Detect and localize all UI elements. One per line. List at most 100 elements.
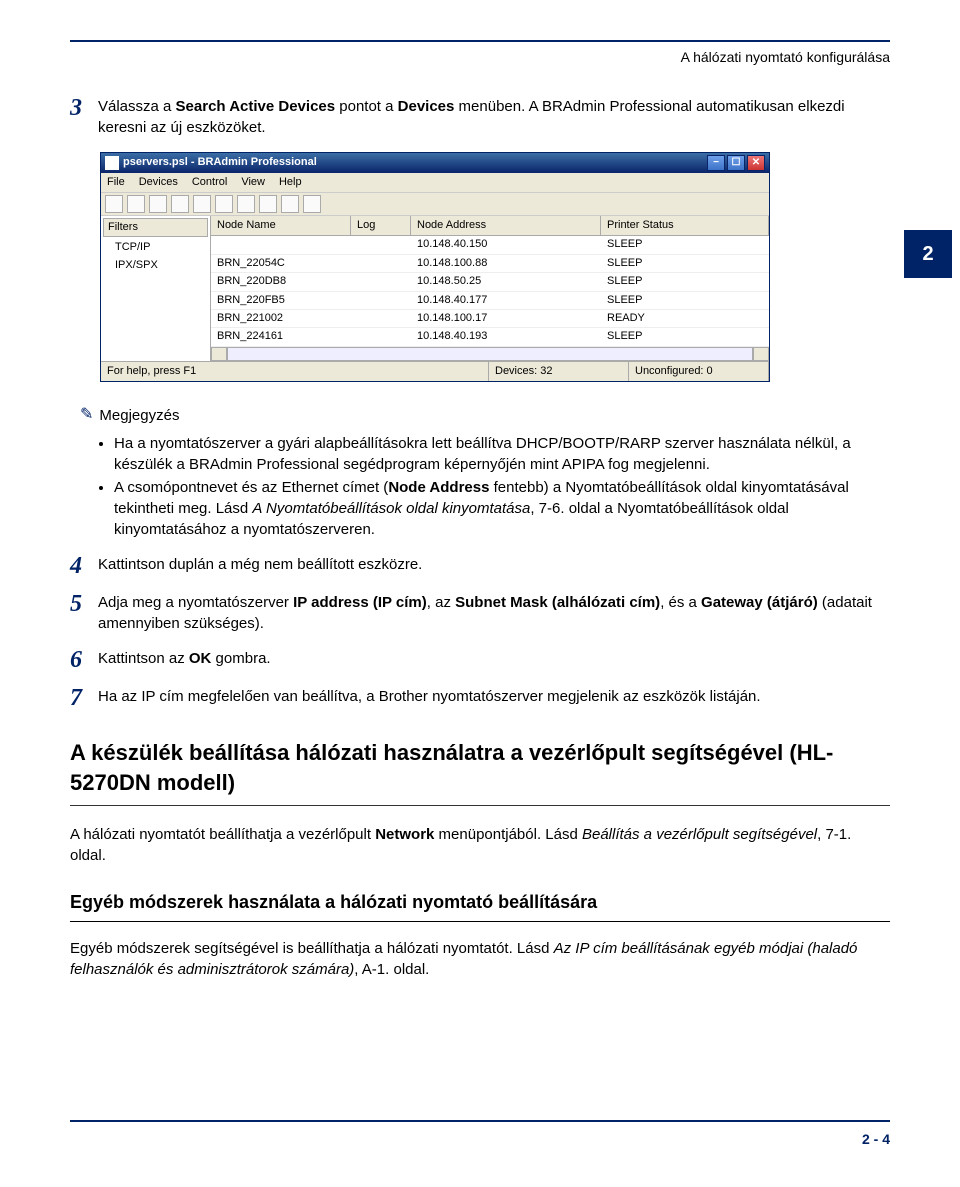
- status-bar: For help, press F1 Devices: 32 Unconfigu…: [101, 361, 769, 381]
- step-number: 5: [70, 592, 98, 616]
- menu-bar: File Devices Control View Help: [101, 173, 769, 192]
- step-4: 4 Kattintson duplán a még nem beállított…: [70, 554, 890, 578]
- cell-printer-status: SLEEP: [601, 273, 769, 290]
- cell-printer-status: SLEEP: [601, 255, 769, 272]
- table-row[interactable]: BRN_22054C 10.148.100.88SLEEP: [211, 255, 769, 273]
- column-header[interactable]: Node Name: [211, 216, 351, 235]
- cell-log: [351, 255, 411, 272]
- window-title: pservers.psl - BRAdmin Professional: [123, 155, 317, 170]
- table-row[interactable]: BRN_22416110.148.40.193SLEEP: [211, 328, 769, 346]
- cell-node-address: 10.148.100.17: [411, 310, 601, 327]
- filter-item[interactable]: IPX/SPX: [103, 257, 208, 274]
- pencil-icon: ✎: [80, 404, 93, 426]
- toolbar: [101, 192, 769, 216]
- toolbar-icon[interactable]: [127, 195, 145, 213]
- column-header[interactable]: Node Address: [411, 216, 601, 235]
- bradmin-screenshot: pservers.psl - BRAdmin Professional − ☐ …: [100, 152, 890, 383]
- grid-header-row: Node Name Log Node Address Printer Statu…: [211, 216, 769, 236]
- paragraph: A hálózati nyomtatót beállíthatja a vezé…: [70, 824, 890, 866]
- status-unconfigured: Unconfigured: 0: [629, 362, 769, 381]
- step-number: 7: [70, 686, 98, 710]
- page-footer: 2 - 4: [70, 1120, 890, 1150]
- note-item: A csomópontnevet és az Ethernet címet (N…: [114, 477, 890, 540]
- chapter-tab: 2: [904, 230, 952, 278]
- page-number: 2 - 4: [862, 1131, 890, 1147]
- app-icon: [105, 156, 119, 170]
- device-grid: Node Name Log Node Address Printer Statu…: [211, 216, 769, 361]
- top-rule: [70, 40, 890, 42]
- window-titlebar: pservers.psl - BRAdmin Professional − ☐ …: [101, 153, 769, 173]
- cell-log: [351, 273, 411, 290]
- table-row[interactable]: BRN_221002 10.148.100.17READY: [211, 310, 769, 328]
- toolbar-icon[interactable]: [193, 195, 211, 213]
- step-text: Kattintson duplán a még nem beállított e…: [98, 554, 890, 575]
- cell-log: [351, 236, 411, 253]
- toolbar-icon[interactable]: [237, 195, 255, 213]
- toolbar-icon[interactable]: [259, 195, 277, 213]
- column-header[interactable]: Printer Status: [601, 216, 769, 235]
- step-3: 3 Válassza a Search Active Devices ponto…: [70, 96, 890, 138]
- table-row[interactable]: 10.148.40.150SLEEP: [211, 236, 769, 254]
- note-block: ✎ Megjegyzés Ha a nyomtatószerver a gyár…: [80, 404, 890, 539]
- filters-header: Filters: [103, 218, 208, 237]
- cell-node-name: BRN_221002: [211, 310, 351, 327]
- minimize-button[interactable]: −: [707, 155, 725, 171]
- cell-node-address: 10.148.100.88: [411, 255, 601, 272]
- toolbar-icon[interactable]: [171, 195, 189, 213]
- header-title: A hálózati nyomtató konfigurálása: [70, 48, 890, 68]
- cell-log: [351, 292, 411, 309]
- menu-item[interactable]: Devices: [139, 175, 178, 190]
- cell-log: [351, 310, 411, 327]
- subsection-heading: Egyéb módszerek használata a hálózati ny…: [70, 890, 890, 915]
- cell-node-name: [211, 236, 351, 253]
- cell-node-name: BRN_224161: [211, 328, 351, 345]
- step-7: 7 Ha az IP cím megfelelően van beállítva…: [70, 686, 890, 710]
- toolbar-icon[interactable]: [105, 195, 123, 213]
- step-text: Kattintson az OK gombra.: [98, 648, 890, 669]
- step-number: 3: [70, 96, 98, 120]
- cell-printer-status: SLEEP: [601, 236, 769, 253]
- cell-node-name: BRN_220FB5: [211, 292, 351, 309]
- toolbar-icon[interactable]: [303, 195, 321, 213]
- cell-node-address: 10.148.40.177: [411, 292, 601, 309]
- horizontal-scrollbar[interactable]: [211, 347, 769, 361]
- scroll-left-icon[interactable]: [211, 347, 227, 361]
- cell-node-address: 10.148.50.25: [411, 273, 601, 290]
- cell-node-name: BRN_220DB8: [211, 273, 351, 290]
- table-row[interactable]: BRN_220DB8 10.148.50.25SLEEP: [211, 273, 769, 291]
- cell-printer-status: SLEEP: [601, 292, 769, 309]
- cell-printer-status: READY: [601, 310, 769, 327]
- cell-printer-status: SLEEP: [601, 328, 769, 345]
- heading-rule: [70, 805, 890, 806]
- status-devices: Devices: 32: [489, 362, 629, 381]
- scroll-track[interactable]: [227, 347, 753, 361]
- menu-item[interactable]: Control: [192, 175, 227, 190]
- close-button[interactable]: ✕: [747, 155, 765, 171]
- paragraph: Egyéb módszerek segítségével is beállíth…: [70, 938, 890, 980]
- step-text: Ha az IP cím megfelelően van beállítva, …: [98, 686, 890, 707]
- filters-tree: Filters TCP/IP IPX/SPX: [101, 216, 211, 361]
- column-header[interactable]: Log: [351, 216, 411, 235]
- filter-item[interactable]: TCP/IP: [103, 239, 208, 256]
- step-text: Adja meg a nyomtatószerver IP address (I…: [98, 592, 890, 634]
- toolbar-icon[interactable]: [149, 195, 167, 213]
- scroll-right-icon[interactable]: [753, 347, 769, 361]
- cell-log: [351, 328, 411, 345]
- section-heading: A készülék beállítása hálózati használat…: [70, 738, 890, 800]
- table-row[interactable]: BRN_220FB5 10.148.40.177SLEEP: [211, 292, 769, 310]
- toolbar-icon[interactable]: [281, 195, 299, 213]
- cell-node-name: BRN_22054C: [211, 255, 351, 272]
- menu-item[interactable]: Help: [279, 175, 302, 190]
- toolbar-icon[interactable]: [215, 195, 233, 213]
- note-title: Megjegyzés: [99, 405, 179, 426]
- menu-item[interactable]: View: [241, 175, 265, 190]
- note-item: Ha a nyomtatószerver a gyári alapbeállít…: [114, 433, 890, 475]
- step-number: 4: [70, 554, 98, 578]
- menu-item[interactable]: File: [107, 175, 125, 190]
- step-text: Válassza a Search Active Devices pontot …: [98, 96, 890, 138]
- status-help: For help, press F1: [101, 362, 489, 381]
- step-6: 6 Kattintson az OK gombra.: [70, 648, 890, 672]
- maximize-button[interactable]: ☐: [727, 155, 745, 171]
- heading-rule: [70, 921, 890, 922]
- cell-node-address: 10.148.40.150: [411, 236, 601, 253]
